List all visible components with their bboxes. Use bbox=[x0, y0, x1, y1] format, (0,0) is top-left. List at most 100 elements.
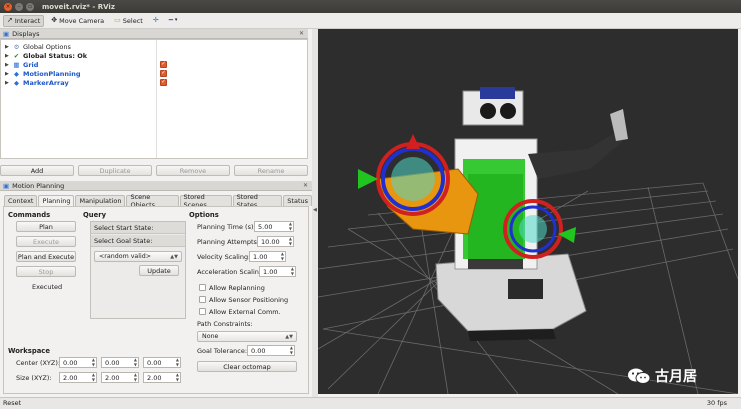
gear-icon: ⚙ bbox=[13, 42, 20, 51]
plan-button[interactable]: Plan bbox=[16, 221, 76, 232]
stepper-arrows-icon[interactable]: ▲ ▼ bbox=[291, 266, 294, 276]
center-x-value: 0.00 bbox=[63, 358, 78, 367]
grid-enabled-checkbox[interactable]: ✓ bbox=[160, 61, 167, 68]
robot-camera-right bbox=[500, 103, 516, 119]
center-x-spinbox[interactable]: 0.00 ▲ ▼ bbox=[59, 357, 97, 368]
rename-display-button[interactable]: Rename bbox=[234, 165, 308, 176]
close-panel-icon[interactable]: ✕ bbox=[299, 30, 304, 37]
tools-menu-button[interactable]: ━ ▾ bbox=[166, 15, 181, 27]
collapse-left-arrow-icon[interactable]: ◀ bbox=[313, 207, 317, 213]
stepper-arrows-icon[interactable]: ▲ ▼ bbox=[176, 357, 179, 367]
stop-button[interactable]: Stop bbox=[16, 266, 76, 277]
motionplanning-enabled-checkbox[interactable]: ✓ bbox=[160, 70, 167, 77]
stepper-arrows-icon[interactable]: ▲ ▼ bbox=[290, 345, 293, 355]
goal-state-select[interactable]: <random valid> ▲▼ bbox=[94, 251, 182, 262]
display-item-global-status[interactable]: ▶ ✔ Global Status: Ok bbox=[5, 51, 305, 60]
maximize-window-button[interactable]: ▫ bbox=[26, 2, 34, 11]
3d-viewport[interactable] bbox=[318, 29, 738, 394]
robot-scene bbox=[318, 29, 738, 394]
crosshair-icon: ✛ bbox=[152, 16, 159, 24]
reset-button[interactable]: Reset bbox=[3, 399, 21, 407]
stepper-arrows-icon[interactable]: ▲ ▼ bbox=[289, 236, 292, 246]
expand-arrow-icon[interactable]: ▶ bbox=[5, 80, 10, 86]
execute-button[interactable]: Execute bbox=[16, 236, 76, 247]
close-panel-icon[interactable]: ✕ bbox=[303, 182, 308, 189]
add-display-button[interactable]: Add bbox=[0, 165, 74, 176]
select-goal-state-label[interactable]: Select Goal State: bbox=[91, 235, 185, 247]
stepper-arrows-icon[interactable]: ▲ ▼ bbox=[134, 372, 137, 382]
velocity-scaling-spinbox[interactable]: 1.00 ▲ ▼ bbox=[249, 251, 286, 262]
display-item-grid[interactable]: ▶ ▦ Grid bbox=[5, 60, 305, 69]
displays-panel-title: Displays bbox=[12, 29, 40, 38]
allow-replanning-checkbox[interactable] bbox=[199, 284, 206, 291]
goal-tolerance-spinbox[interactable]: 0.00 ▲ ▼ bbox=[247, 345, 295, 356]
interact-tool-label: Interact bbox=[14, 16, 41, 25]
size-z-spinbox[interactable]: 2.00 ▲ ▼ bbox=[143, 372, 181, 383]
plan-and-execute-button[interactable]: Plan and Execute bbox=[16, 251, 76, 262]
stepper-arrows-icon[interactable]: ▲ ▼ bbox=[92, 357, 95, 367]
motion-planning-tabs: Context Planning Manipulation Scene Obje… bbox=[4, 193, 312, 209]
select-box-icon: ▭ bbox=[114, 16, 121, 24]
expand-arrow-icon[interactable]: ▶ bbox=[5, 62, 10, 68]
stepper-arrows-icon[interactable]: ▲ ▼ bbox=[92, 372, 95, 382]
marker-icon: ◆ bbox=[14, 78, 19, 87]
display-item-label: MotionPlanning bbox=[23, 69, 81, 78]
update-button[interactable]: Update bbox=[139, 265, 179, 276]
select-start-state-label[interactable]: Select Start State: bbox=[91, 222, 185, 234]
display-item-global-options[interactable]: ▶ ⚙ Global Options bbox=[5, 42, 305, 51]
tab-stored-states[interactable]: Stored States bbox=[232, 193, 283, 209]
status-bar: Reset 30 fps bbox=[0, 397, 741, 409]
center-z-spinbox[interactable]: 0.00 ▲ ▼ bbox=[143, 357, 181, 368]
size-y-spinbox[interactable]: 2.00 ▲ ▼ bbox=[101, 372, 139, 383]
display-item-markerarray[interactable]: ▶ ◆ MarkerArray bbox=[5, 78, 305, 87]
planning-time-spinbox[interactable]: 5.00 ▲ ▼ bbox=[254, 221, 294, 232]
tab-planning[interactable]: Planning bbox=[38, 195, 75, 206]
displays-icon: ▣ bbox=[3, 29, 10, 38]
motion-planning-icon: ▣ bbox=[3, 181, 10, 190]
acceleration-scaling-value: 1.00 bbox=[263, 267, 278, 276]
remove-display-button[interactable]: Remove bbox=[156, 165, 230, 176]
tab-manipulation[interactable]: Manipulation bbox=[75, 195, 126, 206]
tab-stored-scenes[interactable]: Stored Scenes bbox=[179, 193, 232, 209]
display-item-label: Global Status: Ok bbox=[23, 51, 88, 60]
cursor-icon: ➚ bbox=[7, 16, 13, 24]
select-tool-button[interactable]: ▭ Select bbox=[111, 15, 146, 27]
allow-external-comm-checkbox[interactable] bbox=[199, 308, 206, 315]
velocity-scaling-label: Velocity Scaling: bbox=[197, 253, 251, 261]
expand-arrow-icon[interactable]: ▶ bbox=[5, 71, 10, 77]
move-camera-tool-button[interactable]: ✥ Move Camera bbox=[48, 15, 107, 27]
acceleration-scaling-spinbox[interactable]: 1.00 ▲ ▼ bbox=[259, 266, 296, 277]
expand-arrow-icon[interactable]: ▶ bbox=[5, 53, 10, 59]
stepper-arrows-icon[interactable]: ▲ ▼ bbox=[281, 251, 284, 261]
display-item-motionplanning[interactable]: ▶ ◆ MotionPlanning bbox=[5, 69, 305, 78]
display-item-label: MarkerArray bbox=[23, 78, 69, 87]
chevron-down-icon: ▾ bbox=[174, 17, 178, 23]
allow-sensor-positioning-option[interactable]: Allow Sensor Positioning bbox=[199, 295, 288, 304]
tab-status[interactable]: Status bbox=[283, 195, 312, 206]
center-y-value: 0.00 bbox=[105, 358, 120, 367]
minimize-window-button[interactable]: – bbox=[15, 2, 23, 11]
allow-replanning-option[interactable]: Allow Replanning bbox=[199, 283, 265, 292]
clear-octomap-button[interactable]: Clear octomap bbox=[197, 361, 297, 372]
acceleration-scaling-label: Acceleration Scaling: bbox=[197, 268, 266, 276]
planning-attempts-spinbox[interactable]: 10.00 ▲ ▼ bbox=[257, 236, 294, 247]
center-y-spinbox[interactable]: 0.00 ▲ ▼ bbox=[101, 357, 139, 368]
size-x-value: 2.00 bbox=[63, 373, 78, 382]
path-constraints-select[interactable]: None ▲▼ bbox=[197, 331, 297, 342]
allow-external-comm-option[interactable]: Allow External Comm. bbox=[199, 307, 281, 316]
wechat-icon bbox=[627, 367, 651, 385]
focus-tool-button[interactable]: ✛ bbox=[150, 15, 162, 27]
expand-arrow-icon[interactable]: ▶ bbox=[5, 44, 10, 50]
tab-context[interactable]: Context bbox=[4, 195, 38, 206]
stepper-arrows-icon[interactable]: ▲ ▼ bbox=[176, 372, 179, 382]
tab-scene-objects[interactable]: Scene Objects bbox=[126, 193, 179, 209]
interact-tool-button[interactable]: ➚ Interact bbox=[3, 14, 45, 27]
allow-sensor-positioning-checkbox[interactable] bbox=[199, 296, 206, 303]
markerarray-enabled-checkbox[interactable]: ✓ bbox=[160, 79, 167, 86]
stepper-arrows-icon[interactable]: ▲ ▼ bbox=[289, 221, 292, 231]
size-x-spinbox[interactable]: 2.00 ▲ ▼ bbox=[59, 372, 97, 383]
workspace-title: Workspace bbox=[8, 347, 50, 355]
duplicate-display-button[interactable]: Duplicate bbox=[78, 165, 152, 176]
stepper-arrows-icon[interactable]: ▲ ▼ bbox=[134, 357, 137, 367]
close-window-button[interactable]: × bbox=[4, 2, 12, 11]
